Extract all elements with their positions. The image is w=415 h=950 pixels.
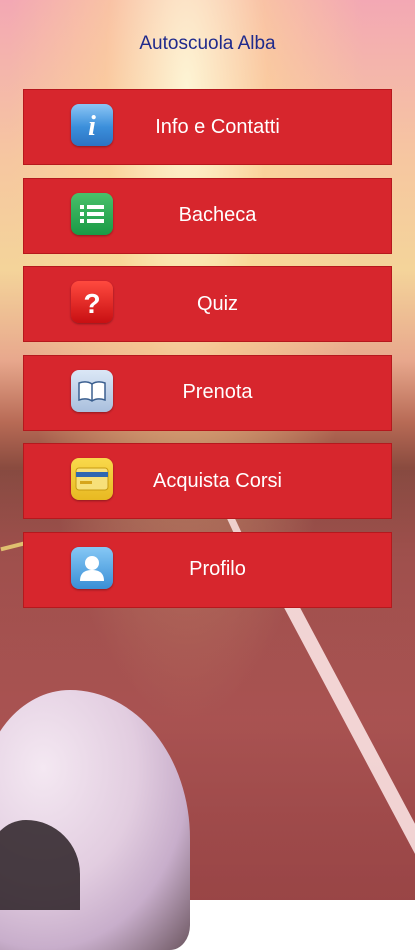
info-icon: i	[71, 104, 113, 146]
menu-item-bacheca[interactable]: Bacheca	[23, 177, 392, 254]
menu-item-label: Quiz	[196, 292, 239, 315]
user-icon	[71, 546, 113, 589]
menu-item-label: Profilo	[189, 558, 246, 581]
card-icon	[71, 458, 113, 501]
main-menu: i Info e Contatti Bacheca ? Quiz Prenota…	[23, 89, 392, 621]
list-icon	[71, 192, 113, 235]
svg-text:i: i	[88, 111, 96, 142]
menu-item-profilo[interactable]: Profilo	[23, 531, 392, 608]
menu-item-quiz[interactable]: ? Quiz	[23, 266, 392, 343]
menu-item-prenota[interactable]: Prenota	[23, 354, 392, 431]
question-icon: ?	[71, 281, 113, 324]
menu-item-label: Info e Contatti	[155, 115, 280, 138]
menu-item-label: Prenota	[182, 381, 253, 404]
menu-item-label: Acquista Corsi	[153, 469, 282, 492]
menu-item-label: Bacheca	[178, 204, 257, 227]
app-title: Autoscuola Alba	[139, 33, 276, 54]
book-icon	[71, 369, 113, 412]
menu-item-acquista-corsi[interactable]: Acquista Corsi	[23, 443, 392, 520]
svg-text:?: ?	[83, 288, 100, 319]
menu-item-info-contatti[interactable]: i Info e Contatti	[23, 89, 392, 165]
